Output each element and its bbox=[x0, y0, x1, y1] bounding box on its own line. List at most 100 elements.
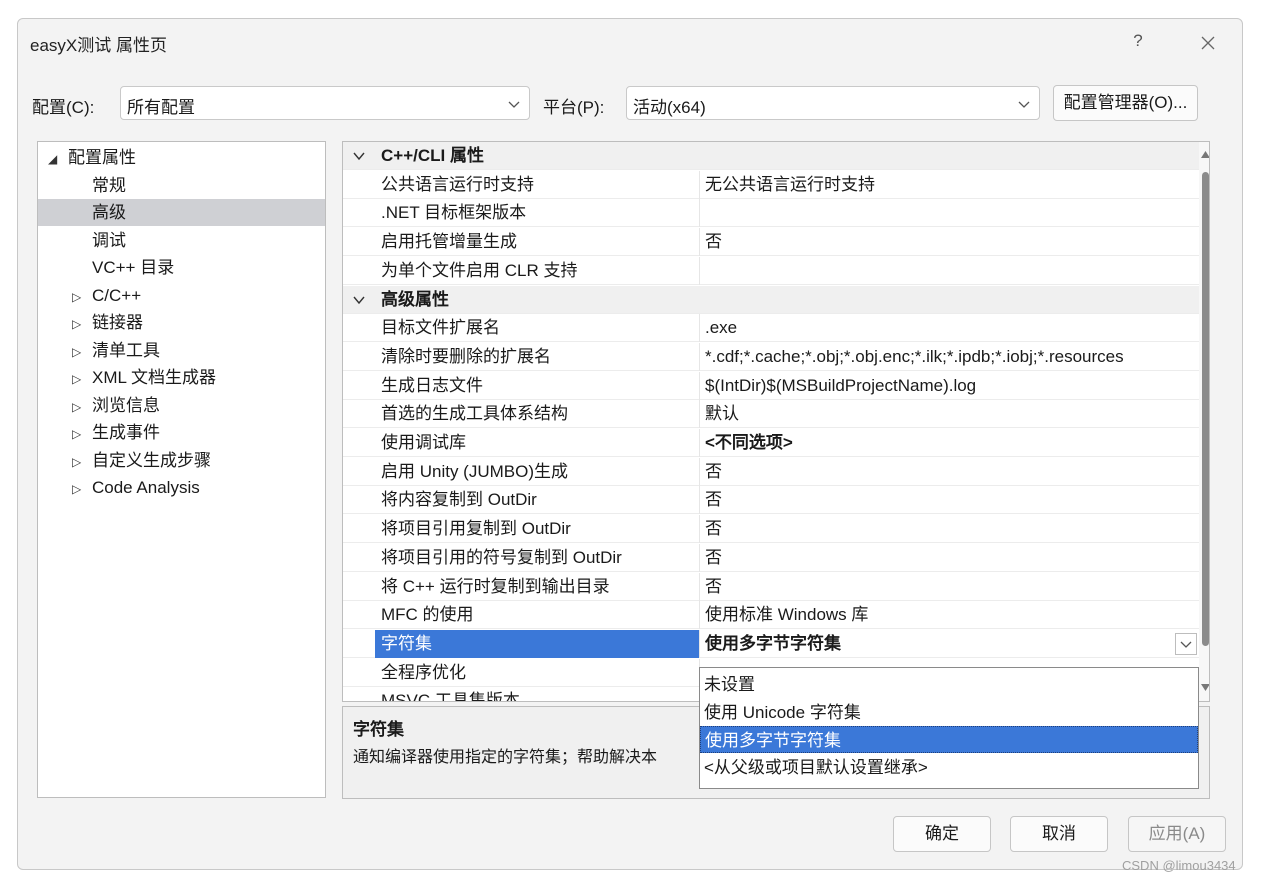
property-row[interactable]: 为单个文件启用 CLR 支持 bbox=[343, 256, 1199, 285]
property-name: 启用托管增量生成 bbox=[375, 228, 700, 257]
tree-item-label: XML 文档生成器 bbox=[92, 368, 217, 387]
property-name: 清除时要删除的扩展名 bbox=[375, 342, 700, 371]
property-value[interactable]: <不同选项> bbox=[701, 429, 1199, 457]
property-name: 字符集 bbox=[375, 629, 700, 658]
platform-select[interactable]: 活动(x64) bbox=[626, 86, 1040, 120]
category-row[interactable]: C++/CLI 属性 bbox=[343, 142, 1199, 170]
tree-item[interactable]: ▷ XML 文档生成器 bbox=[38, 364, 325, 391]
tree-item-label: 生成事件 bbox=[92, 423, 160, 442]
value-dropdown-button[interactable] bbox=[1175, 632, 1197, 655]
expand-icon[interactable]: ▷ bbox=[72, 449, 86, 476]
title-bar: easyX测试 属性页 ? bbox=[18, 19, 1242, 67]
expand-icon[interactable]: ▷ bbox=[72, 394, 86, 421]
property-value[interactable]: 否 bbox=[701, 515, 1199, 543]
tree-item[interactable]: ▷ Code Analysis bbox=[38, 474, 325, 501]
chevron-down-icon[interactable] bbox=[353, 295, 365, 305]
property-row[interactable]: 启用 Unity (JUMBO)生成否 bbox=[343, 457, 1199, 486]
property-row[interactable]: 将 C++ 运行时复制到输出目录否 bbox=[343, 572, 1199, 601]
ok-button[interactable]: 确定 bbox=[893, 816, 991, 852]
property-value[interactable]: 否 bbox=[701, 573, 1199, 601]
dropdown-option[interactable]: <从父级或项目默认设置继承> bbox=[700, 754, 1198, 781]
tree-item-label: 浏览信息 bbox=[92, 395, 160, 415]
vertical-scrollbar[interactable] bbox=[1199, 142, 1210, 701]
property-row[interactable]: 目标文件扩展名 .exe bbox=[343, 314, 1199, 343]
property-value[interactable]: 否 bbox=[701, 486, 1199, 514]
tree-item[interactable]: VC++ 目录 bbox=[38, 254, 325, 281]
config-select[interactable]: 所有配置 bbox=[120, 86, 530, 120]
property-row[interactable]: 清除时要删除的扩展名 *.cdf;*.cache;*.obj;*.obj.enc;… bbox=[343, 342, 1199, 371]
property-value[interactable] bbox=[701, 199, 1199, 227]
dropdown-option[interactable]: 使用 Unicode 字符集 bbox=[700, 699, 1198, 726]
tree-item[interactable]: 高级 bbox=[38, 199, 325, 226]
property-name: 将 C++ 运行时复制到输出目录 bbox=[375, 572, 700, 601]
property-value[interactable]: 使用标准 Windows 库 bbox=[701, 601, 1199, 629]
property-value[interactable]: *.cdf;*.cache;*.obj;*.obj.enc;*.ilk;*.ip… bbox=[701, 343, 1199, 371]
category-row[interactable]: 高级属性 bbox=[343, 285, 1199, 314]
property-value[interactable]: 否 bbox=[701, 544, 1199, 572]
collapse-icon[interactable]: ◢ bbox=[48, 146, 62, 173]
property-row[interactable]: 公共语言运行时支持 无公共语言运行时支持 bbox=[343, 170, 1199, 199]
tree-item-label: 高级 bbox=[92, 203, 126, 222]
config-select-value: 所有配置 bbox=[127, 98, 195, 117]
property-name: 启用 Unity (JUMBO)生成 bbox=[375, 457, 700, 486]
property-value[interactable]: 使用多字节字符集 bbox=[701, 630, 1199, 658]
property-value[interactable]: 否 bbox=[701, 458, 1199, 486]
charset-dropdown-list[interactable]: 未设置 使用 Unicode 字符集 使用多字节字符集 <从父级或项目默认设置继承> bbox=[699, 667, 1199, 789]
property-name: 为单个文件启用 CLR 支持 bbox=[375, 256, 700, 285]
expand-icon[interactable]: ▷ bbox=[72, 284, 86, 311]
tree-item[interactable]: ▷ 链接器 bbox=[38, 309, 325, 336]
property-name: 使用调试库 bbox=[375, 429, 700, 457]
scroll-down-icon[interactable] bbox=[1201, 684, 1210, 692]
window-title: easyX测试 属性页 bbox=[30, 36, 167, 55]
platform-label: 平台(P): bbox=[543, 98, 605, 117]
property-pages-dialog: easyX测试 属性页 ? 配置(C): 所有配置 平台(P): 活动(x64)… bbox=[17, 18, 1243, 870]
tree-item[interactable]: ▷ 浏览信息 bbox=[38, 392, 325, 419]
config-manager-button[interactable]: 配置管理器(O)... bbox=[1053, 85, 1198, 121]
property-value[interactable]: 默认 bbox=[701, 400, 1199, 428]
category-name: 高级属性 bbox=[381, 289, 449, 309]
tree-item[interactable]: ▷ C/C++ bbox=[38, 282, 325, 309]
help-button[interactable]: ? bbox=[1128, 31, 1148, 51]
expand-icon[interactable]: ▷ bbox=[72, 311, 86, 338]
apply-button[interactable]: 应用(A) bbox=[1128, 816, 1226, 852]
expand-icon[interactable]: ▷ bbox=[72, 421, 86, 448]
tree-item[interactable]: ▷ 自定义生成步骤 bbox=[38, 447, 325, 474]
property-name: 将项目引用复制到 OutDir bbox=[375, 515, 700, 544]
tree-item[interactable]: ▷ 清单工具 bbox=[38, 337, 325, 364]
description-title: 字符集 bbox=[353, 720, 404, 739]
chevron-down-icon[interactable] bbox=[353, 151, 365, 161]
expand-icon[interactable]: ▷ bbox=[72, 339, 86, 366]
expand-icon[interactable]: ▷ bbox=[72, 366, 86, 393]
property-row[interactable]: 生成日志文件 $(IntDir)$(MSBuildProjectName).log bbox=[343, 371, 1199, 400]
property-row[interactable]: 启用托管增量生成否 bbox=[343, 228, 1199, 257]
dropdown-option[interactable]: 使用多字节字符集 bbox=[700, 726, 1198, 753]
property-value[interactable]: .exe bbox=[701, 314, 1199, 342]
close-icon[interactable] bbox=[1194, 29, 1222, 57]
property-row[interactable]: 使用调试库 <不同选项> bbox=[343, 429, 1199, 457]
tree-item[interactable]: ◢ 配置属性 bbox=[38, 144, 325, 171]
property-tree: ◢ 配置属性 常规 高级 调试 VC++ 目录 ▷ C/C++ ▷ 链接器 ▷ 清单工具 ▷ XML 文档… bbox=[37, 141, 326, 798]
tree-item[interactable]: 常规 bbox=[38, 172, 325, 199]
tree-item[interactable]: 调试 bbox=[38, 227, 325, 254]
property-name: 将项目引用的符号复制到 OutDir bbox=[375, 543, 700, 572]
property-row[interactable]: 将内容复制到 OutDir 否 bbox=[343, 486, 1199, 515]
tree-item[interactable]: ▷ 生成事件 bbox=[38, 419, 325, 446]
property-row[interactable]: MFC 的使用 使用标准 Windows 库 bbox=[343, 601, 1199, 630]
property-row[interactable]: 将项目引用的符号复制到 OutDir 否 bbox=[343, 543, 1199, 572]
cancel-button[interactable]: 取消 bbox=[1010, 816, 1108, 852]
property-row[interactable]: 将项目引用复制到 OutDir 否 bbox=[343, 515, 1199, 544]
property-value[interactable] bbox=[701, 257, 1199, 285]
property-name: 公共语言运行时支持 bbox=[375, 170, 700, 199]
dropdown-option[interactable]: 未设置 bbox=[700, 671, 1198, 698]
expand-icon[interactable]: ▷ bbox=[72, 476, 86, 503]
property-value[interactable]: 无公共语言运行时支持 bbox=[701, 171, 1199, 199]
property-value[interactable]: $(IntDir)$(MSBuildProjectName).log bbox=[701, 372, 1199, 400]
property-value[interactable]: 否 bbox=[701, 228, 1199, 256]
property-row[interactable]: 首选的生成工具体系结构 默认 bbox=[343, 400, 1199, 429]
property-row[interactable]: 字符集 使用多字节字符集 bbox=[343, 629, 1199, 658]
scroll-up-icon[interactable] bbox=[1201, 150, 1210, 158]
tree-item-label: VC++ 目录 bbox=[92, 258, 175, 277]
property-row[interactable]: .NET 目标框架版本 bbox=[343, 199, 1199, 228]
scrollbar-thumb[interactable] bbox=[1202, 172, 1209, 646]
property-name: MFC 的使用 bbox=[375, 601, 700, 630]
